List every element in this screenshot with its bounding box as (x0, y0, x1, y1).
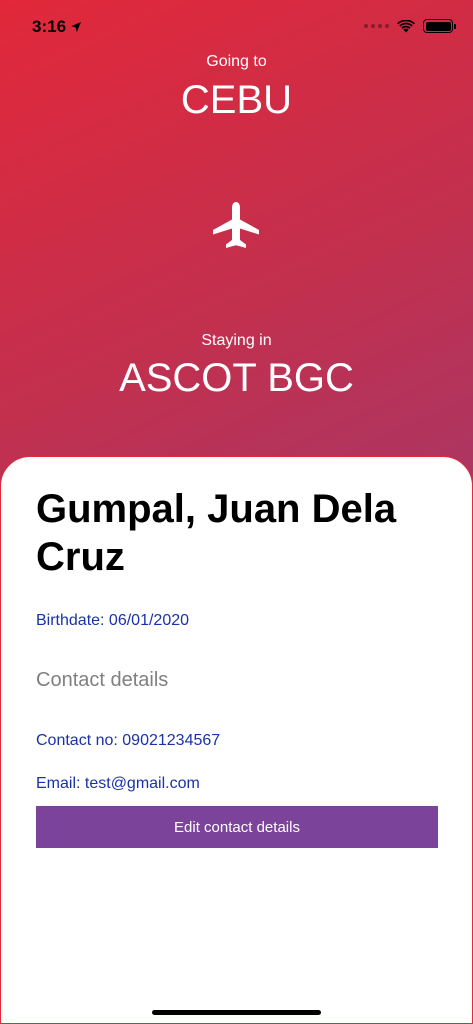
guest-name: Gumpal, Juan Dela Cruz (36, 487, 397, 579)
battery-icon (423, 19, 456, 33)
wifi-icon (397, 19, 415, 32)
status-bar: 3:16 (0, 0, 473, 56)
cellular-dots-icon (364, 24, 389, 28)
status-time-text: 3:16 (32, 17, 67, 36)
destination-value: CEBU (180, 78, 293, 122)
email-text: Email: test@gmail.com (36, 775, 200, 792)
status-icons (364, 19, 456, 33)
edit-contact-details-button[interactable]: Edit contact details (36, 806, 438, 848)
birthdate-text: Birthdate: 06/01/2020 (36, 612, 190, 629)
staying-in-label: Staying in (201, 332, 272, 349)
airplane-icon (213, 202, 259, 248)
guest-details-card: Gumpal, Juan Dela Cruz Birthdate: 06/01/… (0, 456, 473, 1024)
location-arrow-icon (71, 22, 82, 32)
hotel-value: ASCOT BGC (119, 356, 354, 400)
status-time: 3:16 (32, 17, 82, 37)
contact-details-heading: Contact details (36, 669, 169, 691)
contact-number-text: Contact no: 09021234567 (36, 732, 221, 749)
home-indicator[interactable] (152, 1010, 321, 1015)
going-to-label: Going to (206, 53, 267, 70)
